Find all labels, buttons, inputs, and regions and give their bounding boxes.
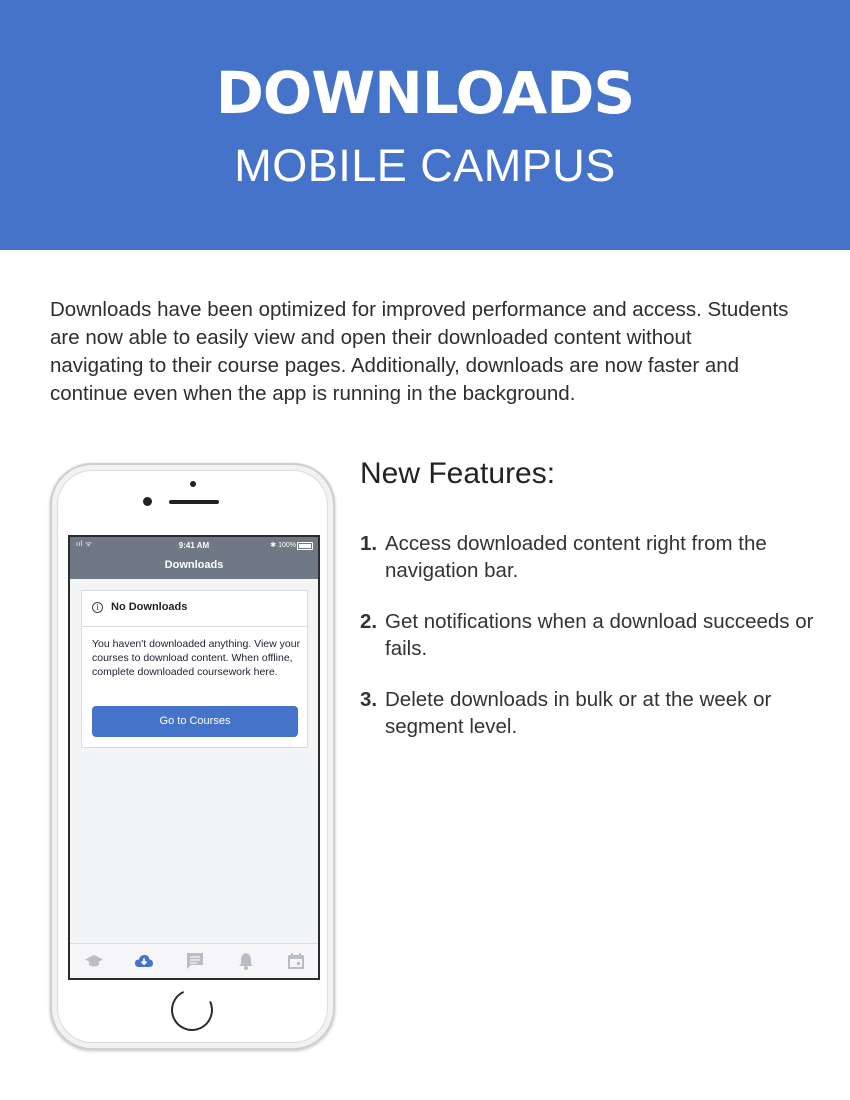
- calendar-icon[interactable]: [286, 951, 306, 971]
- feature-text: Access downloaded content right from the…: [385, 532, 767, 582]
- card-header: i No Downloads: [82, 591, 307, 627]
- page-title: DOWNLOADS: [215, 59, 635, 127]
- phone-speaker: [169, 500, 219, 504]
- features-heading: New Features:: [360, 457, 556, 490]
- feature-item: 1. Access downloaded content right from …: [360, 530, 820, 584]
- battery-text: ✱ 100%: [270, 542, 296, 549]
- header-banner: DOWNLOADS MOBILE CAMPUS: [0, 0, 850, 250]
- home-button[interactable]: [165, 983, 219, 1037]
- battery-icon: [297, 542, 313, 550]
- phone-sensor: [190, 481, 196, 487]
- message-icon[interactable]: [185, 951, 205, 971]
- intro-paragraph: Downloads have been optimized for improv…: [50, 298, 789, 405]
- feature-number: 2.: [360, 610, 378, 633]
- phone-screen: ııl ᯤ 9:41 AM ✱ 100% Downloads i No Down…: [68, 535, 320, 980]
- nav-title: Downloads: [70, 555, 318, 579]
- phone-mockup: ııl ᯤ 9:41 AM ✱ 100% Downloads i No Down…: [50, 463, 335, 1050]
- page-subtitle: MOBILE CAMPUS: [234, 140, 616, 191]
- feature-number: 1.: [360, 532, 378, 555]
- graduation-cap-icon[interactable]: [84, 951, 104, 971]
- features-list: 1. Access downloaded content right from …: [360, 530, 820, 764]
- feature-item: 2. Get notifications when a download suc…: [360, 608, 820, 662]
- feature-text: Delete downloads in bulk or at the week …: [385, 688, 772, 738]
- feature-item: 3. Delete downloads in bulk or at the we…: [360, 686, 820, 740]
- empty-state-card: i No Downloads You haven't downloaded an…: [81, 590, 308, 748]
- card-message: You haven't downloaded anything. View yo…: [92, 638, 301, 678]
- feature-text: Get notifications when a download succee…: [385, 610, 814, 660]
- info-icon: i: [92, 602, 103, 613]
- status-bar: ııl ᯤ 9:41 AM ✱ 100%: [70, 537, 318, 555]
- card-title: No Downloads: [111, 601, 188, 613]
- feature-number: 3.: [360, 688, 378, 711]
- phone-camera: [143, 497, 152, 506]
- tab-bar: [70, 943, 318, 978]
- go-to-courses-button[interactable]: Go to Courses: [92, 706, 298, 737]
- bell-icon[interactable]: [236, 951, 256, 971]
- cloud-download-icon[interactable]: [134, 951, 154, 971]
